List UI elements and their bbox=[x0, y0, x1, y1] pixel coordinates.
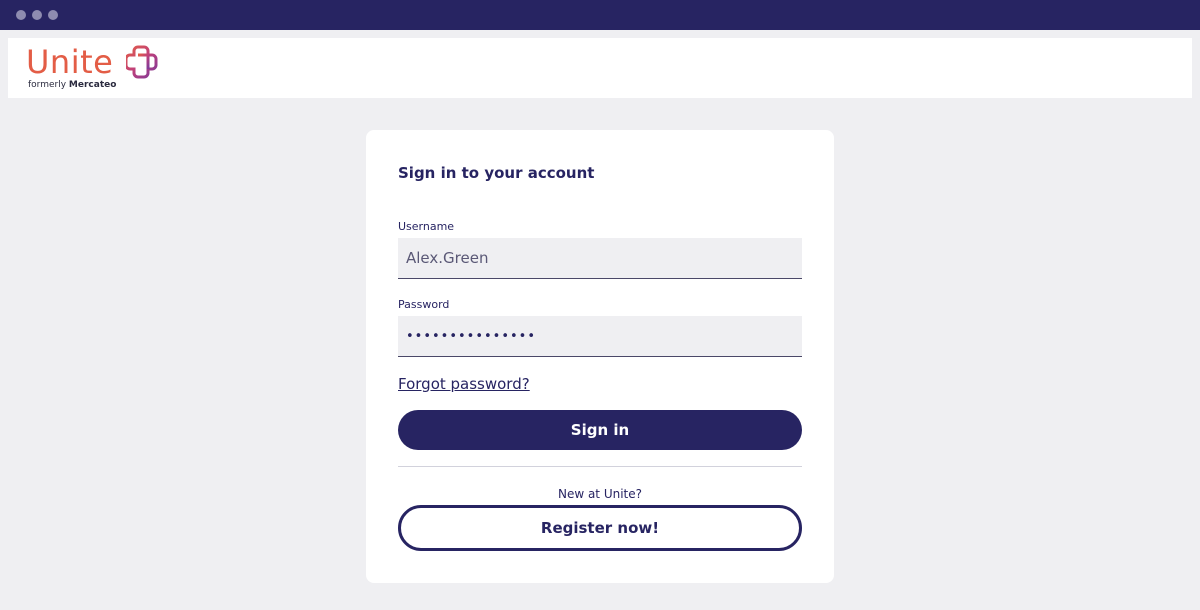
unite-cross-icon bbox=[126, 45, 158, 79]
window-control-dot[interactable] bbox=[32, 10, 42, 20]
sign-in-button[interactable]: Sign in bbox=[398, 410, 802, 450]
username-field[interactable] bbox=[398, 238, 802, 279]
signin-title: Sign in to your account bbox=[398, 164, 595, 182]
forgot-password-link[interactable]: Forgot password? bbox=[398, 374, 530, 394]
app-header: Unite formerly Mercateo bbox=[8, 38, 1192, 98]
window-title-bar bbox=[0, 0, 1200, 30]
signin-card: Sign in to your account Username Passwor… bbox=[366, 130, 834, 583]
window-control-dot[interactable] bbox=[48, 10, 58, 20]
register-button[interactable]: Register now! bbox=[398, 505, 802, 551]
new-user-text: New at Unite? bbox=[557, 487, 643, 501]
password-label: Password bbox=[398, 298, 450, 311]
username-label: Username bbox=[398, 220, 455, 233]
divider bbox=[398, 466, 802, 467]
logo-tagline: formerly Mercateo bbox=[28, 80, 117, 90]
password-field[interactable] bbox=[398, 316, 802, 357]
window-control-dot[interactable] bbox=[16, 10, 26, 20]
logo-wordmark: Unite bbox=[26, 43, 114, 81]
